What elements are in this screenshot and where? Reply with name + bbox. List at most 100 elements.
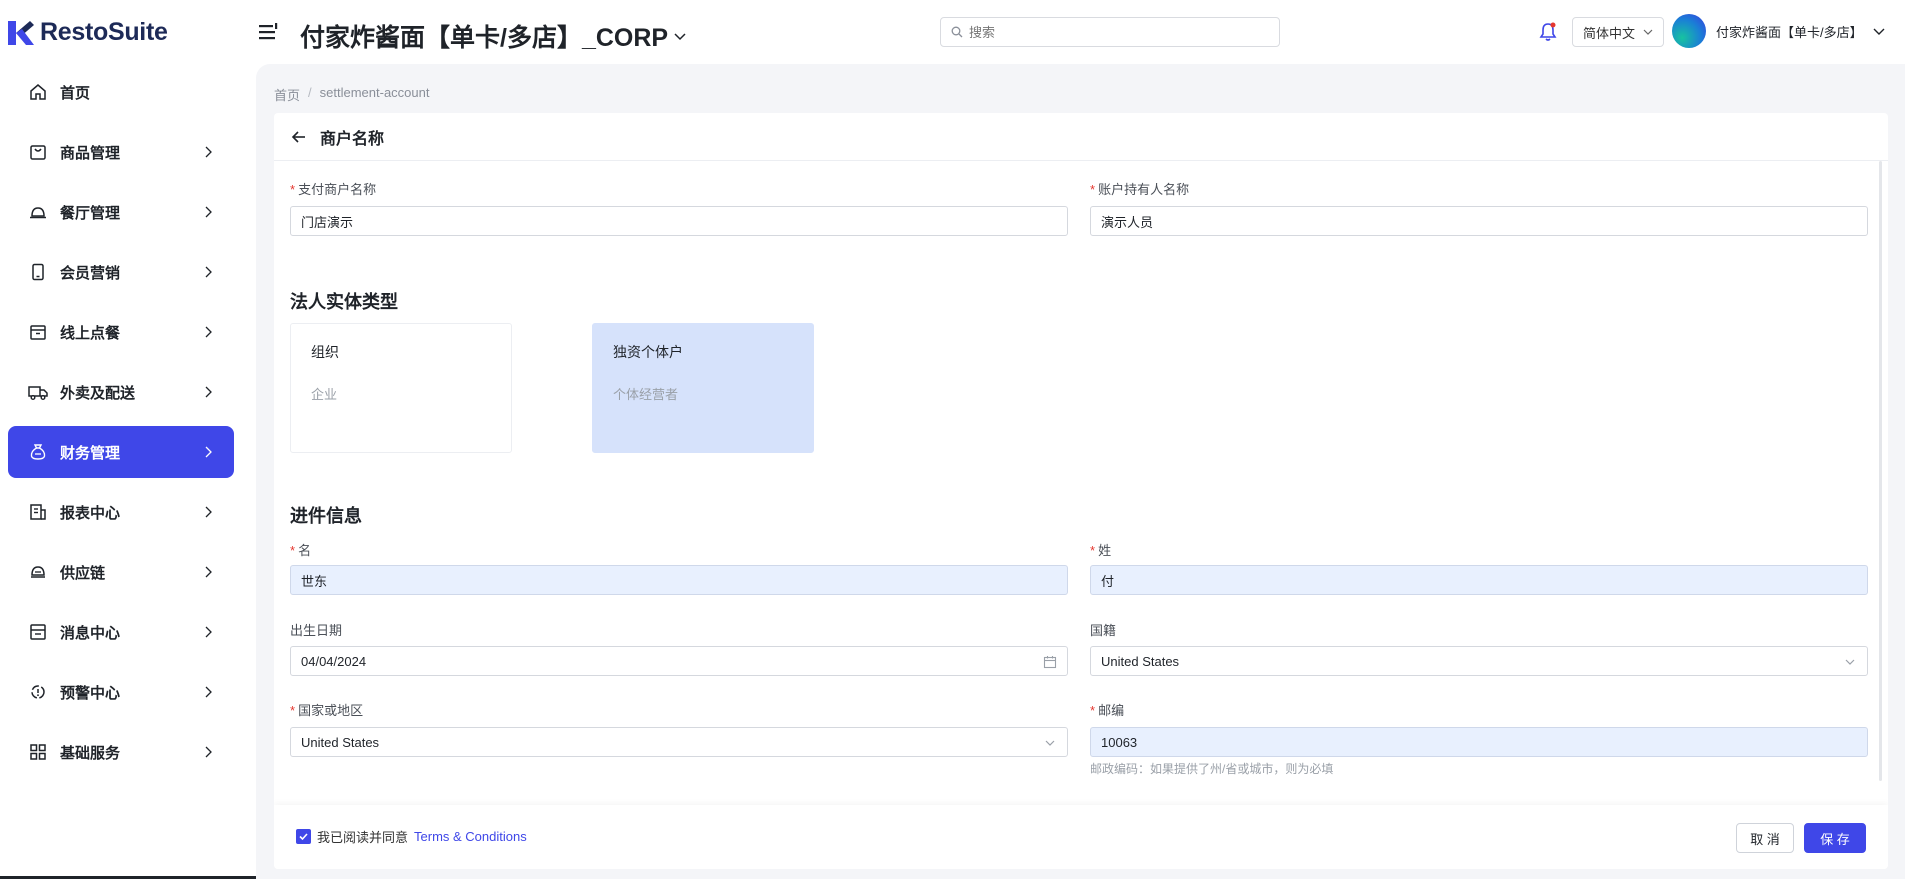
chevron-right-icon bbox=[205, 326, 212, 338]
cancel-button[interactable]: 取 消 bbox=[1736, 823, 1794, 853]
chevron-down-icon bbox=[1643, 29, 1653, 35]
search-input[interactable] bbox=[969, 24, 1259, 40]
entity-card-title: 独资个体户 bbox=[613, 344, 683, 360]
sidebar-item-basic-services[interactable]: 基础服务 bbox=[8, 726, 234, 778]
chevron-down-icon bbox=[1873, 28, 1885, 35]
phone-icon bbox=[32, 263, 44, 281]
entity-card-organization[interactable]: 组织 企业 bbox=[290, 323, 512, 453]
home-icon bbox=[30, 84, 46, 100]
sidebar-item-restaurant[interactable]: 餐厅管理 bbox=[8, 186, 234, 238]
store-icon bbox=[30, 325, 46, 340]
chevron-right-icon bbox=[205, 506, 212, 518]
sidebar-item-alerts[interactable]: 预警中心 bbox=[8, 666, 234, 718]
report-icon bbox=[30, 504, 46, 520]
cloche-icon bbox=[30, 207, 46, 219]
zip-hint: 邮政编码：如果提供了州/省或城市，则为必填 bbox=[1090, 762, 1334, 776]
entity-card-subtitle: 企业 bbox=[311, 387, 338, 402]
sidebar-item-label: 供应链 bbox=[60, 564, 106, 582]
store-selector[interactable]: 付家炸酱面【单卡/多店】_CORP bbox=[300, 18, 686, 54]
entity-card-title: 组织 bbox=[311, 344, 339, 360]
agree-checkbox[interactable] bbox=[296, 829, 311, 844]
page-title: 商户名称 bbox=[320, 130, 385, 148]
country-label: * 国家或地区 bbox=[290, 703, 364, 718]
money-bag-icon bbox=[30, 444, 46, 460]
menu-collapse-icon[interactable] bbox=[258, 22, 280, 42]
sidebar-item-supply-chain[interactable]: 供应链 bbox=[8, 546, 234, 598]
first-name-label: * 名 bbox=[290, 543, 312, 558]
pay-merchant-input[interactable]: 门店演示 bbox=[290, 206, 1068, 236]
user-name: 付家炸酱面【单卡/多店】 bbox=[1716, 24, 1863, 40]
form-footer: 我已阅读并同意 Terms & Conditions 取 消 保 存 bbox=[274, 805, 1888, 869]
account-holder-input[interactable]: 演示人员 bbox=[1090, 206, 1868, 236]
onboarding-info-heading: 进件信息 bbox=[290, 506, 362, 526]
sidebar-item-label: 会员营销 bbox=[60, 264, 121, 282]
message-icon bbox=[30, 624, 46, 640]
chevron-right-icon bbox=[205, 206, 212, 218]
entity-type-heading: 法人实体类型 bbox=[290, 292, 398, 312]
last-name-input[interactable]: 付 bbox=[1090, 565, 1868, 595]
country-value: United States bbox=[301, 734, 380, 750]
sidebar-item-label: 财务管理 bbox=[60, 444, 121, 462]
scrollbar[interactable] bbox=[1879, 161, 1885, 781]
sidebar-item-label: 预警中心 bbox=[60, 684, 121, 702]
store-title: 付家炸酱面【单卡/多店】_CORP bbox=[300, 24, 669, 52]
sidebar-item-label: 商品管理 bbox=[60, 144, 121, 162]
user-menu[interactable]: 付家炸酱面【单卡/多店】 bbox=[1672, 14, 1885, 48]
chevron-right-icon bbox=[205, 746, 212, 758]
dob-date-picker[interactable]: 04/04/2024 bbox=[290, 646, 1068, 676]
zip-input[interactable]: 10063 bbox=[1090, 727, 1868, 757]
grid-icon bbox=[30, 744, 46, 760]
sidebar-item-label: 线上点餐 bbox=[60, 324, 121, 342]
settlement-form-panel: 商户名称 * 支付商户名称 门店演示 * 账户持有人名称 演示人员 法人实体类型 组… bbox=[274, 113, 1888, 869]
sidebar-item-label: 消息中心 bbox=[60, 624, 121, 642]
notification-bell-icon[interactable] bbox=[1535, 19, 1561, 45]
breadcrumb-current: settlement-account bbox=[319, 85, 430, 100]
calendar-icon bbox=[1043, 656, 1057, 669]
chevron-right-icon bbox=[205, 446, 212, 458]
sidebar-item-label: 报表中心 bbox=[60, 504, 121, 522]
restosuite-logo-icon bbox=[8, 20, 34, 45]
dob-value: 04/04/2024 bbox=[301, 653, 367, 669]
sidebar-item-home[interactable]: 首页 bbox=[8, 66, 234, 118]
terms-link[interactable]: Terms & Conditions bbox=[414, 829, 527, 844]
sidebar-item-label: 首页 bbox=[60, 84, 91, 102]
nationality-label: 国籍 bbox=[1090, 623, 1117, 638]
sidebar-item-label: 餐厅管理 bbox=[60, 204, 121, 222]
country-select[interactable]: United States bbox=[290, 727, 1068, 757]
sidebar-item-reports[interactable]: 报表中心 bbox=[8, 486, 234, 538]
sidebar-item-delivery[interactable]: 外卖及配送 bbox=[8, 366, 234, 418]
sidebar: 首页 商品管理 餐厅管理 会员营销 线上点餐 外卖及配送 财务管理 报表中心 供… bbox=[0, 64, 256, 879]
chevron-down-icon bbox=[1045, 740, 1055, 746]
language-selector[interactable]: 简体中文 bbox=[1572, 17, 1664, 47]
alert-icon bbox=[31, 685, 45, 699]
chevron-right-icon bbox=[205, 146, 212, 158]
bag-icon bbox=[30, 145, 46, 160]
agree-text: 我已阅读并同意 bbox=[317, 830, 409, 845]
terms-agreement: 我已阅读并同意 Terms & Conditions bbox=[296, 827, 527, 846]
nationality-select[interactable]: United States bbox=[1090, 646, 1868, 676]
dob-label: 出生日期 bbox=[290, 623, 343, 638]
breadcrumb-home[interactable]: 首页 bbox=[274, 85, 300, 104]
account-holder-label: * 账户持有人名称 bbox=[1090, 182, 1190, 197]
chevron-down-icon bbox=[1845, 659, 1855, 665]
sidebar-item-messages[interactable]: 消息中心 bbox=[8, 606, 234, 658]
last-name-label: * 姓 bbox=[1090, 543, 1112, 558]
entity-card-sole-proprietor[interactable]: 独资个体户 个体经营者 bbox=[592, 323, 814, 453]
zip-label: * 邮编 bbox=[1090, 703, 1125, 718]
sidebar-item-label: 基础服务 bbox=[60, 744, 121, 762]
sidebar-item-membership[interactable]: 会员营销 bbox=[8, 246, 234, 298]
truck-icon bbox=[28, 386, 48, 400]
back-arrow-icon[interactable] bbox=[290, 128, 308, 146]
pay-merchant-label: * 支付商户名称 bbox=[290, 182, 377, 197]
search-icon bbox=[951, 26, 963, 38]
sidebar-item-online-ordering[interactable]: 线上点餐 bbox=[8, 306, 234, 358]
scrollbar-thumb[interactable] bbox=[1879, 161, 1882, 781]
chevron-right-icon bbox=[205, 566, 212, 578]
search-box bbox=[940, 17, 1280, 47]
sidebar-item-finance[interactable]: 财务管理 bbox=[8, 426, 234, 478]
chevron-down-icon bbox=[674, 33, 686, 41]
brand-logo[interactable]: RestoSuite bbox=[8, 18, 168, 47]
first-name-input[interactable]: 世东 bbox=[290, 565, 1068, 595]
save-button[interactable]: 保 存 bbox=[1804, 823, 1866, 853]
sidebar-item-products[interactable]: 商品管理 bbox=[8, 126, 234, 178]
